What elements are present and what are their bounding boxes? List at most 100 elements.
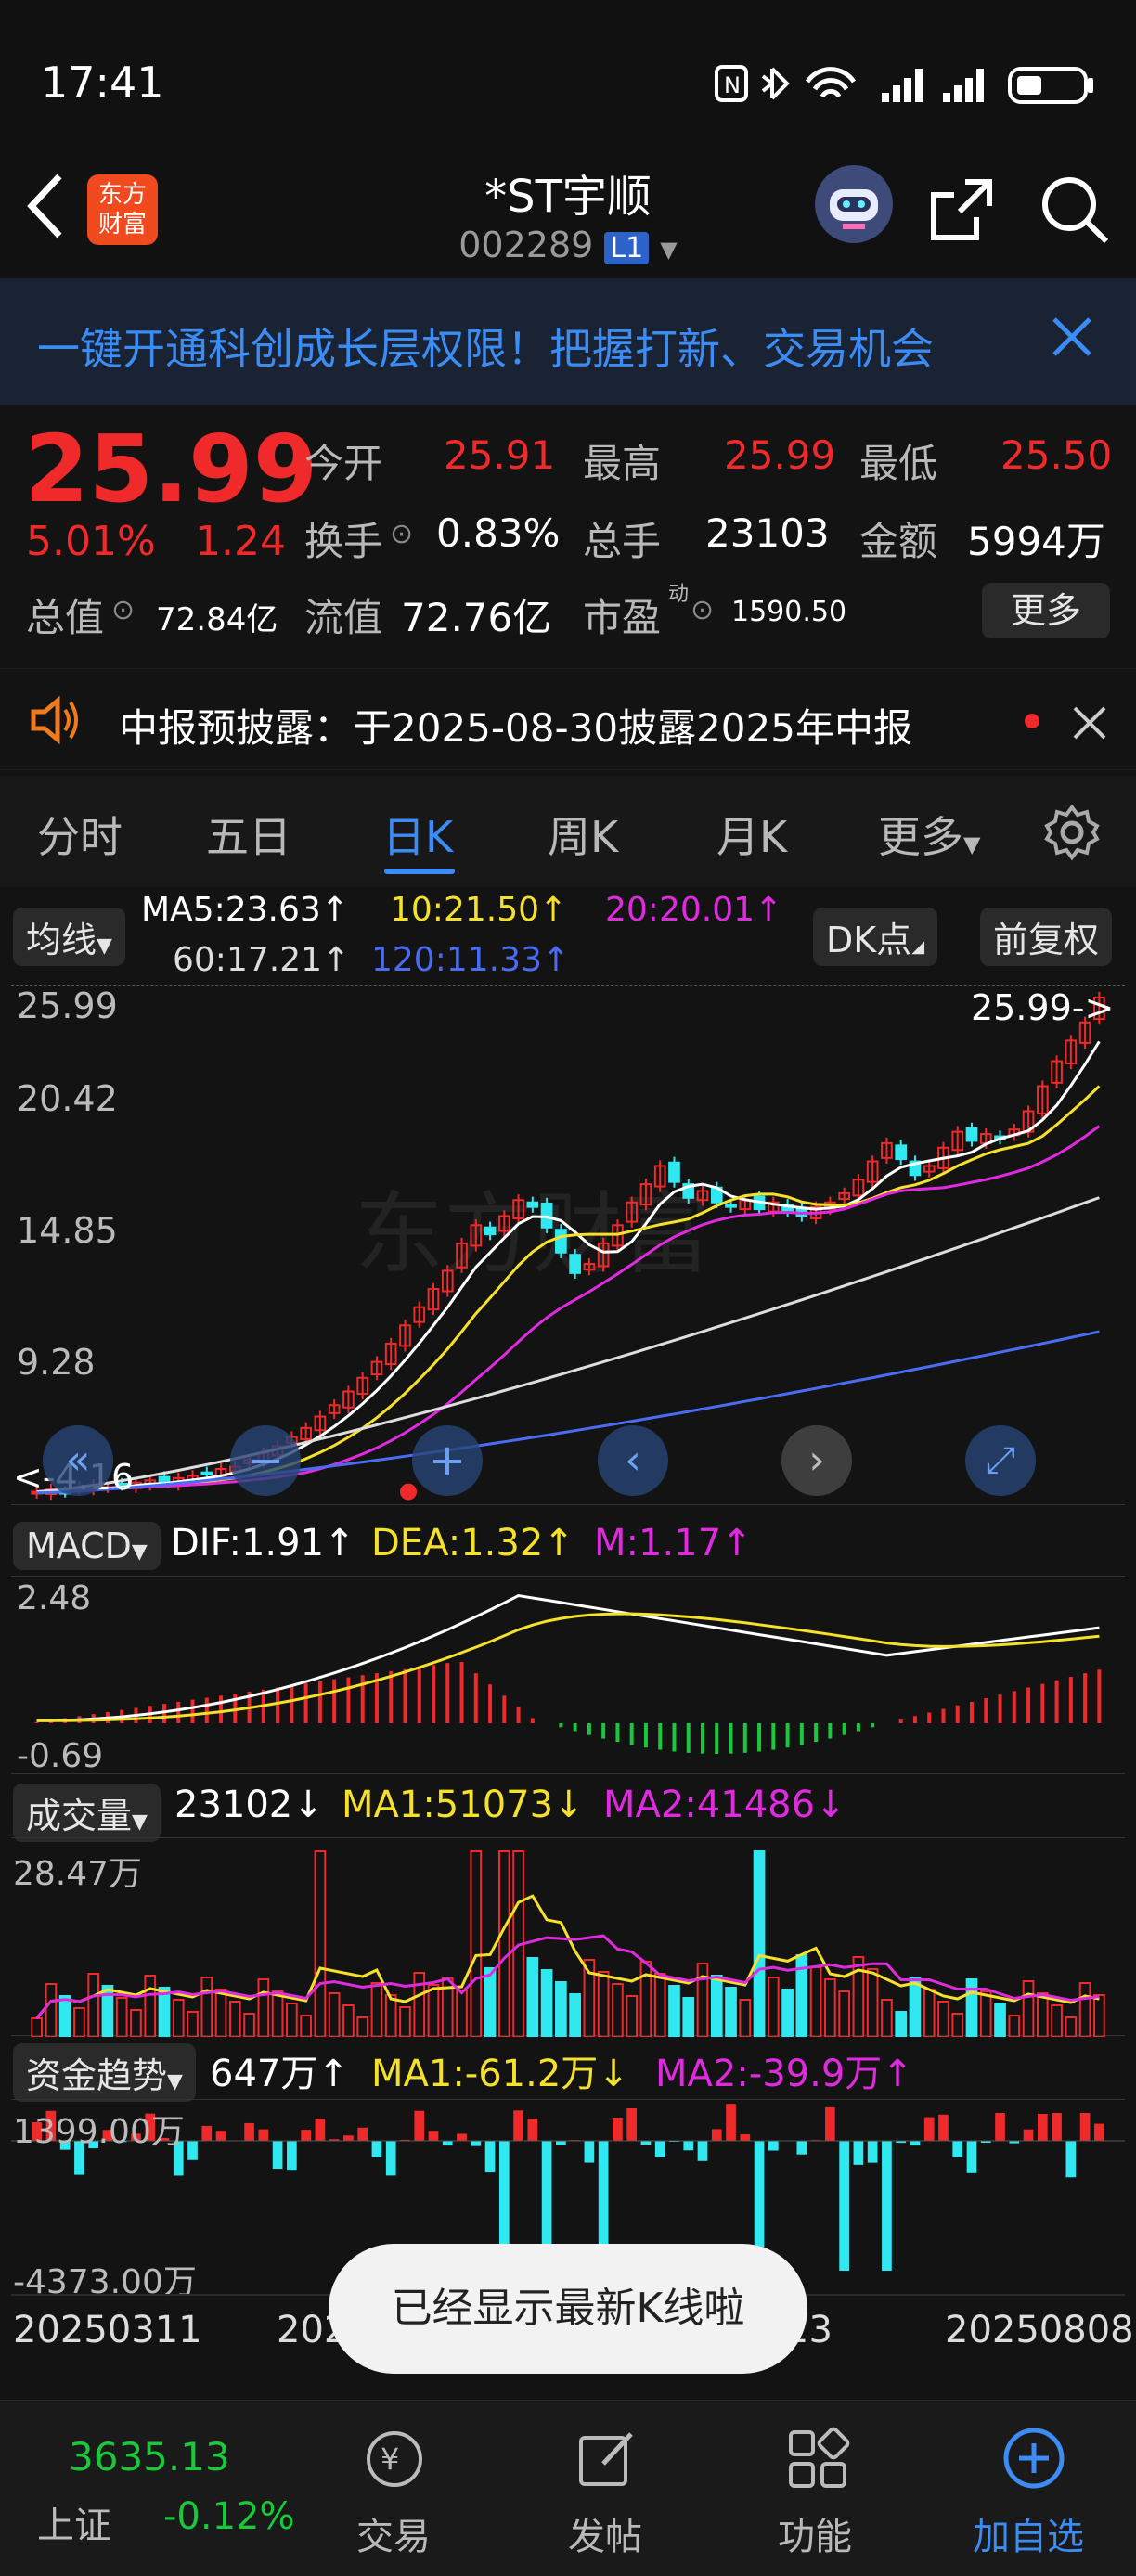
promo-banner[interactable]: 一键开通科创成长层权限！把握打新、交易机会	[0, 278, 1136, 405]
index-pct[interactable]: -0.12%	[163, 2495, 295, 2538]
info-icon[interactable]: ⊙	[691, 594, 714, 626]
macd-selector[interactable]: MACD▼	[13, 1522, 161, 1570]
fund-ymin: -4373.00万	[13, 2263, 197, 2301]
candle-body	[484, 1226, 497, 1236]
volume-bar	[682, 1997, 695, 2038]
macd-dif: DIF:1.91↑	[171, 1522, 355, 1565]
quote-panel: 25.99 5.01% 1.24 今开 25.91 最高 25.99 最低 25…	[0, 405, 1136, 655]
function-grid-icon[interactable]	[785, 2427, 850, 2495]
add-watchlist-icon[interactable]	[1000, 2425, 1067, 2495]
fund-bar	[287, 2141, 297, 2171]
index-name[interactable]: 上证	[37, 2495, 111, 2549]
volume-bar	[526, 1957, 539, 2038]
volume-current: 23102↓	[174, 1784, 324, 1826]
volume-bar	[909, 1977, 922, 2038]
tab-minute[interactable]: 分时	[37, 804, 123, 865]
notice-text: 中报预披露：于2025-08-30披露2025年中报	[119, 705, 912, 751]
volume-bar	[781, 1989, 794, 2038]
volume-bar	[767, 1977, 780, 2038]
macd-m: M:1.17↑	[594, 1522, 753, 1565]
volume-ma1-line	[35, 1894, 1100, 2019]
fund-bar	[414, 2110, 425, 2141]
volume-bar	[866, 1968, 879, 2038]
volume-label: 总手	[583, 519, 662, 564]
fund-bar	[385, 2141, 396, 2176]
fund-bar	[923, 2117, 935, 2141]
volume-bar	[1051, 2004, 1063, 2038]
fund-bar	[711, 2129, 722, 2141]
tab-five-day[interactable]: 五日	[206, 804, 291, 865]
robot-assistant-icon[interactable]	[815, 165, 893, 243]
volume-bar	[58, 1995, 71, 2038]
marker-dot	[400, 1483, 417, 1501]
post-edit-icon[interactable]	[575, 2427, 640, 2495]
nav-bar: 东方 财富 *ST宇顺 002289 L1 ▼	[0, 139, 1136, 278]
fund-bar	[1037, 2113, 1048, 2141]
volume-bar	[45, 1983, 58, 2038]
close-icon[interactable]	[1071, 704, 1108, 745]
tab-more[interactable]: 更多▼	[878, 804, 980, 865]
close-icon[interactable]	[1049, 314, 1095, 364]
share-icon[interactable]	[928, 176, 995, 247]
ytick-0: 25.99	[17, 985, 118, 1026]
ma-selector[interactable]: 均线▼	[13, 908, 125, 966]
macd-chart[interactable]	[11, 1576, 1125, 1774]
add-watchlist-label[interactable]: 加自选	[973, 2506, 1084, 2560]
volume-chart[interactable]	[11, 1837, 1125, 2038]
volume-bar	[356, 2016, 369, 2038]
volume-bar	[484, 1967, 497, 2038]
scroll-right-icon[interactable]: ›	[781, 1425, 852, 1496]
macd-svg	[34, 1593, 1102, 1754]
notice-bar[interactable]: 中报预披露：于2025-08-30披露2025年中报	[0, 668, 1136, 770]
adjust-button[interactable]: 前复权	[980, 908, 1113, 966]
candle-body	[569, 1254, 581, 1274]
turnover-label: 换手	[304, 519, 383, 564]
volume-bar	[342, 2004, 355, 2038]
volume-bar	[824, 1978, 836, 2038]
fund-bar	[1023, 2129, 1034, 2141]
zoom-out-icon[interactable]: −	[230, 1425, 301, 1496]
kline-chart[interactable]: 东方财富	[11, 985, 1125, 1505]
candle-body	[725, 1204, 737, 1208]
date-start: 20250311	[13, 2309, 202, 2351]
volume-bar	[994, 2003, 1006, 2038]
last-price-marker: 25.99->	[971, 987, 1115, 1028]
svg-text:N: N	[724, 72, 741, 98]
banner-text: 一键开通科创成长层权限！把握打新、交易机会	[37, 324, 934, 374]
scroll-left-icon[interactable]: ‹	[598, 1425, 668, 1496]
zoom-in-icon[interactable]: +	[412, 1425, 483, 1496]
fund-bar	[371, 2141, 382, 2157]
pe-sup: 动	[668, 583, 690, 606]
fund-bar	[1094, 2123, 1104, 2141]
open-label: 今开	[304, 441, 383, 486]
candle-body	[965, 1127, 978, 1142]
chevron-down-icon: ▼	[131, 1540, 148, 1564]
info-icon[interactable]: ⊙	[390, 518, 413, 550]
float-value: 72.76亿	[401, 595, 552, 640]
volume-bar	[809, 1966, 822, 2038]
function-label[interactable]: 功能	[778, 2506, 852, 2560]
fund-trend-selector[interactable]: 资金趋势▼	[13, 2043, 196, 2102]
trade-label[interactable]: 交易	[356, 2506, 431, 2560]
toast-message: 已经显示最新K线啦	[329, 2244, 807, 2374]
tab-monthly-k[interactable]: 月K	[716, 804, 787, 865]
settings-gear-icon[interactable]	[1043, 804, 1101, 865]
index-value[interactable]: 3635.13	[69, 2434, 230, 2479]
dk-point-button[interactable]: DK点◢	[813, 908, 938, 966]
fullscreen-icon[interactable]: ⤢	[965, 1425, 1036, 1496]
ma120-label: 120:11.33↑	[371, 941, 571, 979]
fund-bar	[1052, 2113, 1062, 2141]
volume-selector[interactable]: 成交量▼	[13, 1784, 161, 1842]
info-icon[interactable]: ⊙	[111, 594, 135, 626]
scroll-left-fast-icon[interactable]: «	[43, 1425, 113, 1496]
tab-daily-k[interactable]: 日K	[382, 804, 453, 865]
search-icon[interactable]	[1038, 173, 1112, 251]
more-button[interactable]: 更多	[982, 583, 1110, 638]
volume-bar	[753, 1850, 766, 2038]
trade-icon[interactable]: ¥	[362, 2427, 427, 2495]
tab-weekly-k[interactable]: 周K	[548, 804, 618, 865]
macd-ymin: -0.69	[17, 1737, 104, 1775]
fund-bar	[613, 2118, 623, 2141]
volume-bar	[172, 1999, 185, 2038]
post-label[interactable]: 发帖	[568, 2506, 642, 2560]
